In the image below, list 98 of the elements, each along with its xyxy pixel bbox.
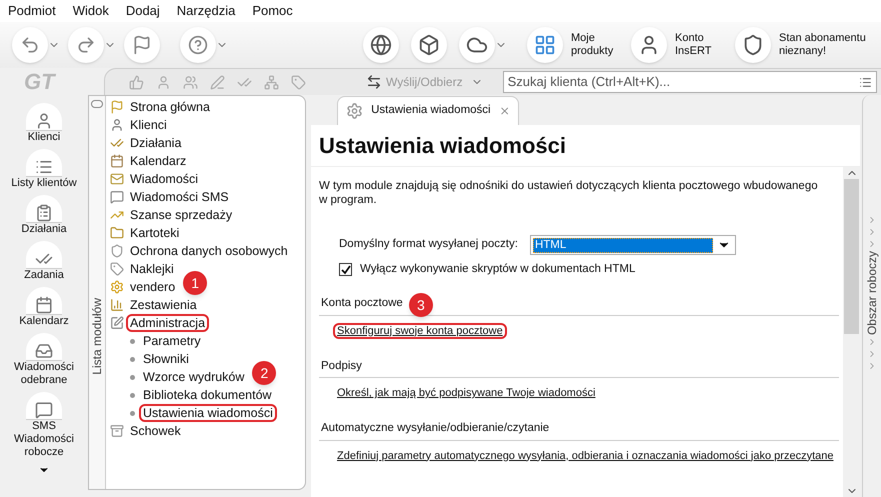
- toolbar-button[interactable]: [12, 27, 48, 63]
- menu-item[interactable]: Widok: [72, 1, 109, 21]
- module-item[interactable]: Administracja: [128, 316, 208, 330]
- calendar-icon: [35, 296, 53, 314]
- flag-icon: [132, 35, 152, 55]
- module-item[interactable]: Strona główna: [128, 100, 212, 114]
- menu-item[interactable]: Podmiot: [8, 1, 56, 21]
- section-title: Podpisy: [321, 360, 362, 372]
- menu-item[interactable]: Pomoc: [252, 1, 293, 21]
- sidebar-item[interactable]: Klienci: [28, 131, 60, 144]
- bullet-icon: [130, 374, 135, 380]
- module-item[interactable]: Słowniki: [141, 352, 191, 366]
- bullet-icon: [130, 338, 135, 344]
- toolbar-button[interactable]: Stan abonamentu nieznany!: [735, 27, 869, 63]
- module-item[interactable]: Kartoteki: [128, 226, 182, 240]
- module-item[interactable]: Zestawienia: [128, 298, 199, 312]
- tab[interactable]: Ustawienia wiadomości: [337, 96, 519, 125]
- check-icon: [110, 136, 124, 150]
- module-item[interactable]: vendero: [128, 280, 178, 294]
- module-item[interactable]: Naklejki: [128, 262, 176, 276]
- checkbox-label: Wyłącz wykonywanie skryptów w dokumentach HTML: [360, 262, 636, 277]
- menu-item[interactable]: Dodaj: [126, 1, 160, 21]
- module-item[interactable]: Wiadomości: [128, 172, 200, 186]
- pin-icon[interactable]: [91, 100, 103, 108]
- intro-text: W tym module znajdują się odnośniki do ustawień dotyczących klienta pocztowego wbudowanego w program.: [319, 179, 819, 207]
- scrollbar[interactable]: [843, 167, 860, 497]
- module-item[interactable]: Klienci: [128, 118, 169, 132]
- link[interactable]: Zdefiniuj parametry automatycznego wysyłania, odbierania i oznaczania wiadomości jako przeczytane: [335, 450, 836, 462]
- inbox-icon: [35, 342, 53, 360]
- sidebar-item[interactable]: Działania: [21, 223, 67, 236]
- step-badge: 3: [408, 293, 433, 318]
- globe-icon: [370, 34, 392, 56]
- module-item[interactable]: Wzorce wydruków: [141, 370, 246, 384]
- list-icon: [35, 158, 53, 176]
- flag-icon: [110, 100, 124, 114]
- list-icon[interactable]: [859, 76, 872, 88]
- format-select[interactable]: HTML: [530, 235, 736, 255]
- module-item[interactable]: Ochrona danych osobowych: [128, 244, 290, 258]
- shield-icon: [110, 244, 124, 258]
- folder-icon: [110, 226, 124, 240]
- message-icon: [110, 190, 124, 204]
- bullet-icon: [130, 356, 135, 362]
- logo: GT: [24, 68, 55, 96]
- clipboard-icon: [35, 204, 53, 222]
- module-item[interactable]: Schowek: [128, 424, 183, 438]
- toolbar-button[interactable]: [68, 27, 104, 63]
- gear-icon: [110, 280, 124, 294]
- module-item[interactable]: Działania: [128, 136, 184, 150]
- sidebar-item[interactable]: Kalendarz: [19, 315, 69, 328]
- toolbar-button[interactable]: Moje produkty: [527, 27, 623, 63]
- link[interactable]: Skonfiguruj swoje konta pocztowe: [335, 324, 505, 336]
- bullet-icon: [130, 410, 135, 416]
- step-badge: 1: [183, 271, 208, 295]
- link[interactable]: Określ, jak mają być podpisywane Twoje wiadomości: [335, 387, 598, 399]
- bullet-icon: [130, 392, 135, 398]
- toolbar-button[interactable]: [411, 27, 447, 63]
- checkbox[interactable]: [339, 263, 352, 276]
- module-item[interactable]: Ustawienia wiadomości: [141, 406, 275, 420]
- toolbar-button[interactable]: [459, 27, 495, 63]
- arrows-icon: [366, 74, 382, 90]
- sidebar-item[interactable]: Listy klientów: [11, 177, 77, 190]
- module-item[interactable]: Wiadomości SMS: [128, 190, 231, 204]
- module-item[interactable]: Biblioteka dokumentów: [141, 388, 274, 402]
- sidebar-item[interactable]: Zadania: [24, 269, 64, 282]
- section-title: Konta pocztowe: [321, 297, 403, 310]
- gear-icon: [346, 102, 364, 120]
- calendar-icon: [110, 154, 124, 168]
- chart-icon: [110, 298, 124, 312]
- redo-icon: [76, 35, 96, 55]
- grid-icon: [534, 34, 556, 56]
- help-icon: [188, 35, 208, 55]
- close-icon[interactable]: [498, 105, 510, 117]
- panel-title: Obszar roboczy: [864, 251, 880, 336]
- user-icon: [35, 112, 53, 130]
- message-icon: [35, 401, 53, 419]
- step-badge: 2: [252, 361, 276, 385]
- undo-icon: [20, 35, 40, 55]
- cube-icon: [418, 34, 440, 56]
- module-item[interactable]: Szanse sprzedaży: [128, 208, 234, 222]
- module-item[interactable]: Parametry: [141, 334, 203, 348]
- box-icon: [110, 424, 124, 438]
- sidebar-item[interactable]: SMS Wiadomości robocze: [4, 420, 84, 459]
- shield-icon: [742, 34, 764, 56]
- user-icon: [110, 118, 124, 132]
- toolbar-button[interactable]: Konto InsERT: [631, 27, 727, 63]
- panel-title: Lista modułów: [89, 298, 105, 375]
- toolbar-button[interactable]: [124, 27, 160, 63]
- mail-icon: [110, 172, 124, 186]
- module-item[interactable]: Kalendarz: [128, 154, 188, 168]
- page-title: Ustawienia wiadomości: [311, 125, 860, 167]
- tag-icon: [110, 262, 124, 276]
- toolbar-button[interactable]: [363, 27, 399, 63]
- edit-icon: [110, 316, 124, 330]
- menu-item[interactable]: Narzędzia: [176, 1, 236, 21]
- format-label: Domyślny format wysyłanej poczty:: [339, 237, 518, 252]
- section-title: Automatyczne wysyłanie/odbieranie/czytanie: [321, 422, 550, 434]
- sidebar-item[interactable]: Wiadomości odebrane: [4, 361, 84, 387]
- toolbar-button[interactable]: [180, 27, 216, 63]
